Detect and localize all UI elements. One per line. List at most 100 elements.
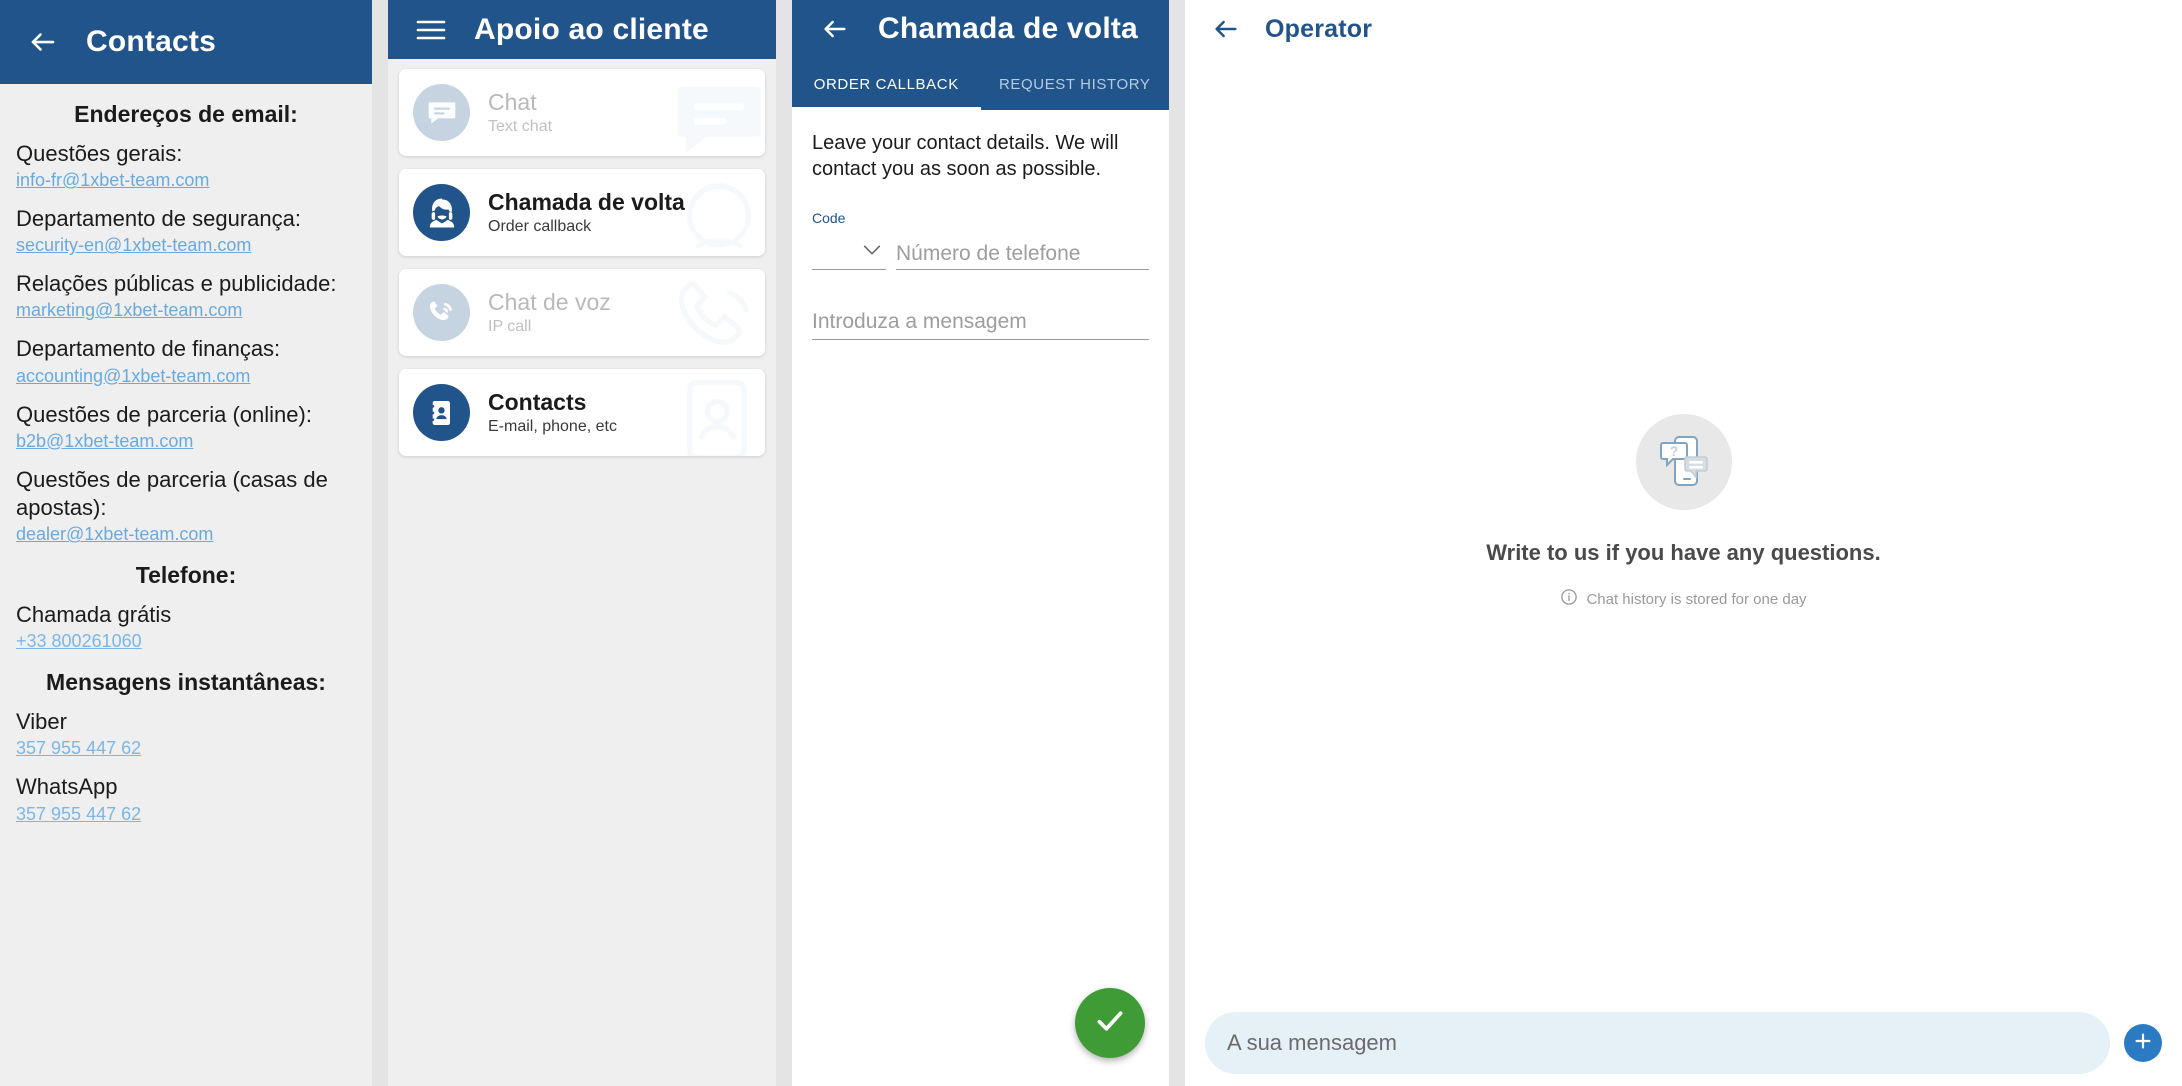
support-list: Chat Text chat Chamada de volta Order ca… [388, 59, 776, 1086]
contact-value-link[interactable]: 357 955 447 62 [16, 804, 356, 825]
page-title: Chamada de volta [878, 12, 1138, 45]
phone-number-input[interactable]: Número de telefone [896, 236, 1149, 270]
contacts-appbar: Contacts [0, 0, 372, 84]
empty-state-title: Write to us if you have any questions. [1486, 540, 1881, 565]
contact-entry: Questões gerais: info-fr@1xbet-team.com [16, 140, 356, 191]
arrow-left-icon[interactable] [1209, 12, 1243, 46]
support-item-title: Chat de voz [488, 288, 611, 315]
callback-intro-text: Leave your contact details. We will cont… [812, 132, 1119, 180]
support-item-text: Chat Text chat [488, 89, 552, 136]
support-item-callback[interactable]: Chamada de volta Order callback [399, 169, 765, 256]
tab-order-callback[interactable]: ORDER CALLBACK [792, 58, 981, 110]
arrow-left-icon[interactable] [26, 25, 60, 59]
contact-value-link[interactable]: security-en@1xbet-team.com [16, 235, 356, 256]
panel-support: Apoio ao cliente Chat Text chat Chamada … [388, 0, 776, 1086]
contact-label: Chamada grátis [16, 602, 172, 628]
support-item-subtitle: Order callback [488, 218, 592, 236]
composer-placeholder: A sua mensagem [1227, 1030, 1397, 1055]
support-item-text: Chat de voz IP call [488, 289, 611, 336]
chat-bubble-icon [413, 84, 470, 141]
contact-card-watermark-icon [669, 370, 765, 456]
tab-request-history[interactable]: REQUEST HISTORY [981, 58, 1170, 110]
message-composer: A sua mensagem [1185, 1000, 2182, 1086]
contact-entry: Viber 357 955 447 62 [16, 708, 356, 759]
check-icon [1093, 1004, 1127, 1043]
contact-label: Departamento de segurança: [16, 206, 301, 232]
contact-value-link[interactable]: +33 800261060 [16, 631, 356, 652]
contact-label: Questões gerais: [16, 141, 183, 166]
chat-bubble-watermark-icon [669, 70, 765, 156]
empty-state-subtitle-row: Chat history is stored for one day [1560, 588, 1807, 610]
support-appbar: Apoio ao cliente [388, 0, 776, 59]
contacts-body: Endereços de email: Questões gerais: inf… [0, 84, 372, 1086]
contact-label: Departamento de finanças: [16, 336, 281, 362]
country-code-field[interactable]: Code [812, 210, 886, 270]
phone-call-watermark-icon [669, 270, 765, 356]
messengers-heading: Mensagens instantâneas: [46, 669, 326, 696]
panel-contacts: Contacts Endereços de email: Questões ge… [0, 0, 372, 1086]
contact-value-link[interactable]: marketing@1xbet-team.com [16, 300, 356, 321]
page-title: Contacts [86, 25, 216, 58]
plus-icon [2132, 1030, 2154, 1057]
support-item-text: Contacts E-mail, phone, etc [488, 389, 617, 436]
support-item-voice-chat[interactable]: Chat de voz IP call [399, 269, 765, 356]
support-item-chat[interactable]: Chat Text chat [399, 69, 765, 156]
phone-call-icon [413, 284, 470, 341]
callback-tabs: ORDER CALLBACK REQUEST HISTORY [792, 58, 1169, 110]
contact-label: Viber [16, 709, 67, 735]
contact-value-link[interactable]: accounting@1xbet-team.com [16, 366, 356, 387]
submit-callback-button[interactable] [1075, 988, 1145, 1058]
support-item-contacts[interactable]: Contacts E-mail, phone, etc [399, 369, 765, 456]
page-title: Operator [1265, 14, 1373, 43]
phone-field-row: Code Número de telefone [812, 210, 1149, 270]
support-item-subtitle: IP call [488, 318, 532, 336]
support-item-title: Chat [488, 88, 537, 115]
svg-text:?: ? [1669, 443, 1678, 459]
contact-value-link[interactable]: info-fr@1xbet-team.com [16, 170, 356, 191]
contact-value-link[interactable]: b2b@1xbet-team.com [16, 431, 356, 452]
support-item-title: Contacts [488, 388, 587, 415]
callback-form: Leave your contact details. We will cont… [792, 110, 1169, 1086]
composer-input[interactable]: A sua mensagem [1205, 1012, 2110, 1074]
chat-phone-illustration-icon: ? [1635, 414, 1732, 510]
contact-entry: WhatsApp 357 955 447 62 [16, 773, 356, 824]
arrow-left-icon[interactable] [818, 12, 852, 46]
contact-value-link[interactable]: dealer@1xbet-team.com [16, 524, 356, 545]
operator-empty-state: ? Write to us if you have any questions.… [1185, 58, 2182, 1086]
contact-entry: Chamada grátis +33 800261060 [16, 601, 356, 652]
message-input[interactable]: Introduza a mensagem [812, 296, 1149, 340]
contact-value-link[interactable]: 357 955 447 62 [16, 738, 356, 759]
callback-appbar: Chamada de volta [792, 0, 1169, 58]
emails-heading: Endereços de email: [74, 101, 298, 127]
contact-label: Questões de parceria (online): [16, 401, 312, 427]
country-code-label: Code [812, 210, 846, 226]
attach-button[interactable] [2124, 1024, 2162, 1062]
operator-headset-icon [413, 184, 470, 241]
support-item-title: Chamada de volta [488, 188, 685, 215]
contact-card-icon [413, 384, 470, 441]
support-item-subtitle: E-mail, phone, etc [488, 418, 617, 436]
phone-heading: Telefone: [135, 562, 237, 589]
page-title: Apoio ao cliente [474, 12, 709, 46]
multi-panel-screenshot: Contacts Endereços de email: Questões ge… [0, 0, 2182, 1086]
panel-divider [1169, 0, 1185, 1086]
contact-label: WhatsApp [16, 774, 118, 800]
contact-entry: Departamento de segurança: security-en@1… [16, 205, 356, 256]
panel-divider [776, 0, 792, 1086]
operator-appbar: Operator [1185, 0, 2182, 58]
contact-entry: Questões de parceria (casas de apostas):… [16, 466, 356, 545]
panel-divider [372, 0, 388, 1086]
contact-entry: Questões de parceria (online): b2b@1xbet… [16, 401, 356, 452]
phone-number-placeholder: Número de telefone [896, 242, 1081, 265]
hamburger-menu-icon[interactable] [414, 13, 448, 47]
chevron-down-icon [861, 243, 883, 262]
contact-label: Relações públicas e publicidade: [16, 271, 337, 297]
contact-entry: Relações públicas e publicidade: marketi… [16, 270, 356, 321]
contact-entry: Departamento de finanças: accounting@1xb… [16, 335, 356, 386]
support-item-subtitle: Text chat [488, 118, 553, 136]
support-item-text: Chamada de volta Order callback [488, 189, 685, 236]
info-icon [1560, 588, 1578, 610]
panel-callback: Chamada de volta ORDER CALLBACK REQUEST … [792, 0, 1169, 1086]
panel-operator: Operator ? Write to us if you have any q… [1185, 0, 2182, 1086]
country-code-select[interactable] [812, 236, 886, 270]
